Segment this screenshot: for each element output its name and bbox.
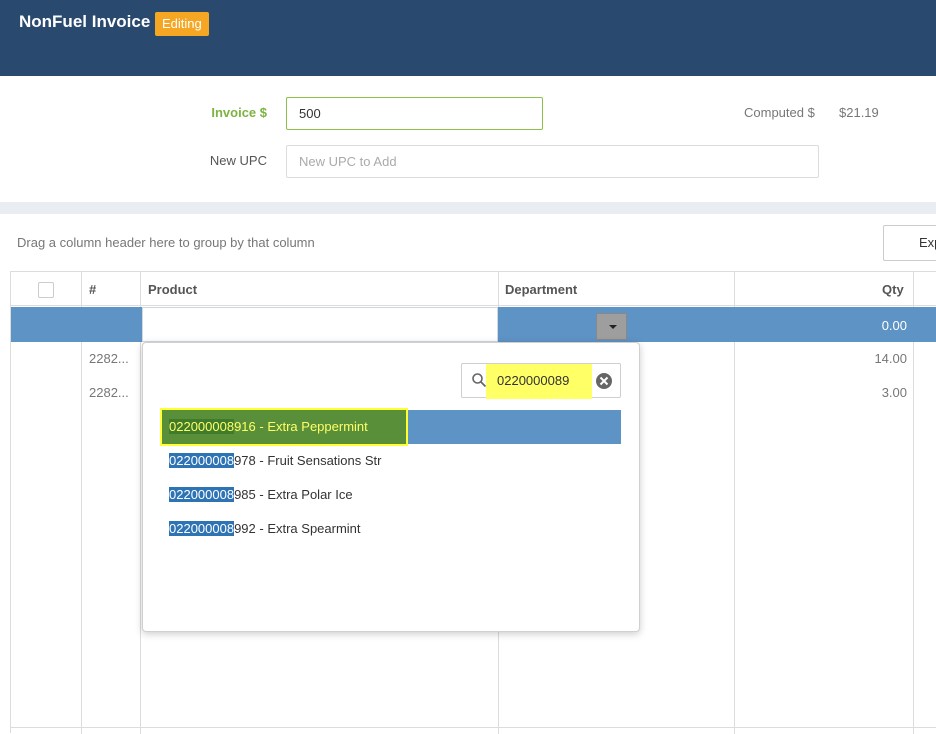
- invoice-amount-input[interactable]: 500: [286, 97, 543, 130]
- page-title: NonFuel Invoice: [19, 12, 151, 31]
- new-upc-label: New UPC: [209, 153, 267, 168]
- qty-cell: 14.00: [874, 351, 907, 366]
- product-dropdown-button[interactable]: [596, 313, 627, 340]
- new-upc-input[interactable]: New UPC to Add: [286, 145, 819, 178]
- clear-icon[interactable]: [595, 372, 613, 390]
- dropdown-option[interactable]: 022000008978 - Fruit Sensations Str: [161, 444, 621, 478]
- dropdown-search-input[interactable]: 0220000089: [461, 363, 621, 399]
- column-header-product[interactable]: Product: [148, 282, 197, 297]
- number-cell: 2282...: [89, 385, 129, 400]
- table-row-selected[interactable]: 0.00: [11, 307, 936, 342]
- product-dropdown-popup: 0220000089 022000008916 - Extra Peppermi…: [142, 342, 640, 632]
- option-rest: 985 - Extra Polar Ice: [234, 487, 353, 502]
- dropdown-option-selected[interactable]: 022000008916 - Extra Peppermint: [160, 408, 621, 446]
- option-match: 022000008: [169, 453, 235, 468]
- header-row: # Product Department Qty: [11, 272, 936, 306]
- section-divider: [0, 202, 936, 214]
- product-editor[interactable]: [142, 307, 627, 342]
- dropdown-option[interactable]: 022000008985 - Extra Polar Ice: [161, 478, 621, 512]
- computed-amount-value: $21.19: [839, 105, 879, 120]
- app-header: NonFuel Invoice Editing: [0, 0, 936, 76]
- option-match: 022000008: [169, 487, 235, 502]
- search-value: 0220000089: [497, 373, 570, 388]
- column-header-number[interactable]: #: [89, 282, 96, 297]
- option-rest: 978 - Fruit Sensations Str: [234, 453, 382, 468]
- select-all-checkbox[interactable]: [38, 282, 54, 298]
- search-icon: [472, 373, 487, 388]
- option-label: 022000008978 - Fruit Sensations Str: [169, 453, 381, 468]
- number-cell: 2282...: [89, 351, 129, 366]
- column-header-qty[interactable]: Qty: [882, 282, 904, 297]
- qty-cell: 3.00: [881, 385, 907, 400]
- computed-amount-label: Computed $: [744, 105, 815, 120]
- grid-footer-line: [11, 727, 936, 728]
- option-match: 022000008: [169, 419, 235, 434]
- invoice-amount-label: Invoice $: [211, 105, 267, 120]
- column-header-department[interactable]: Department: [505, 282, 577, 297]
- option-label: 022000008916 - Extra Peppermint: [169, 419, 368, 434]
- invoice-form: Invoice $ 500 Computed $ $21.19 New UPC …: [0, 76, 936, 202]
- export-button[interactable]: Exp: [883, 225, 936, 261]
- dropdown-option[interactable]: 022000008992 - Extra Spearmint: [161, 512, 621, 546]
- status-badge: Editing: [155, 12, 209, 36]
- qty-cell[interactable]: 0.00: [882, 318, 907, 333]
- option-label: 022000008985 - Extra Polar Ice: [169, 487, 353, 502]
- option-rest: 916 - Extra Peppermint: [234, 419, 368, 434]
- group-panel-hint[interactable]: Drag a column header here to group by th…: [17, 235, 315, 250]
- option-label: 022000008992 - Extra Spearmint: [169, 521, 361, 536]
- option-rest: 992 - Extra Spearmint: [234, 521, 361, 536]
- option-match: 022000008: [169, 521, 235, 536]
